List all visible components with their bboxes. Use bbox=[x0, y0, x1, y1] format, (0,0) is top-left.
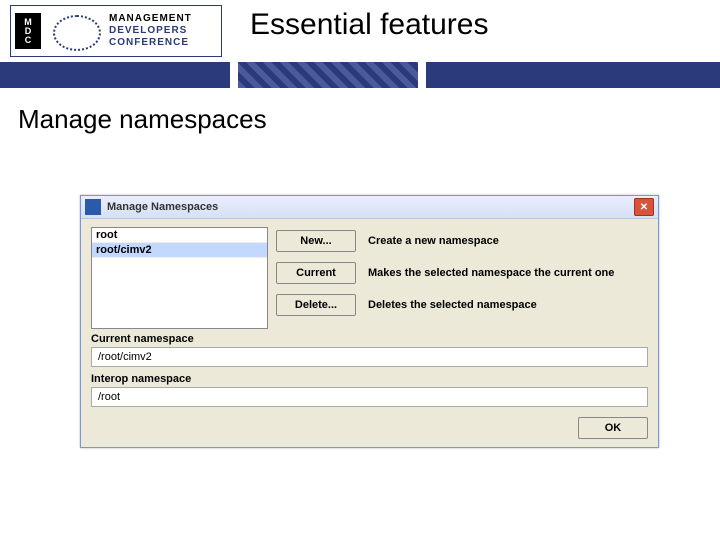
close-icon: ✕ bbox=[640, 202, 648, 213]
manage-namespaces-dialog: Manage Namespaces ✕ root root/cimv2 New.… bbox=[80, 195, 659, 448]
current-namespace-value: /root/cimv2 bbox=[91, 347, 648, 367]
header-pattern bbox=[230, 62, 426, 88]
dialog-title: Manage Namespaces bbox=[107, 201, 634, 213]
section-title: Manage namespaces bbox=[18, 104, 267, 135]
mdc-badge: MDC bbox=[15, 13, 41, 49]
list-item[interactable]: root bbox=[92, 228, 267, 243]
logo-graphic bbox=[45, 13, 105, 49]
namespace-list[interactable]: root root/cimv2 bbox=[91, 227, 268, 329]
new-button[interactable]: New... bbox=[276, 230, 356, 252]
dialog-titlebar: Manage Namespaces ✕ bbox=[81, 196, 658, 219]
page-title: Essential features bbox=[250, 8, 488, 42]
action-desc: Makes the selected namespace the current… bbox=[368, 267, 614, 279]
list-item[interactable]: root/cimv2 bbox=[92, 243, 267, 258]
dialog-icon bbox=[85, 199, 101, 215]
delete-button[interactable]: Delete... bbox=[276, 294, 356, 316]
current-button[interactable]: Current bbox=[276, 262, 356, 284]
action-desc: Deletes the selected namespace bbox=[368, 299, 537, 311]
current-namespace-label: Current namespace bbox=[91, 333, 648, 345]
ok-button[interactable]: OK bbox=[578, 417, 648, 439]
interop-namespace-value: /root bbox=[91, 387, 648, 407]
header-bar bbox=[0, 62, 720, 88]
conference-logo: MDC MANAGEMENT DEVELOPERS CONFERENCE bbox=[10, 5, 222, 57]
action-desc: Create a new namespace bbox=[368, 235, 499, 247]
logo-text: MANAGEMENT DEVELOPERS CONFERENCE bbox=[109, 13, 192, 49]
interop-namespace-label: Interop namespace bbox=[91, 373, 648, 385]
close-button[interactable]: ✕ bbox=[634, 198, 654, 216]
